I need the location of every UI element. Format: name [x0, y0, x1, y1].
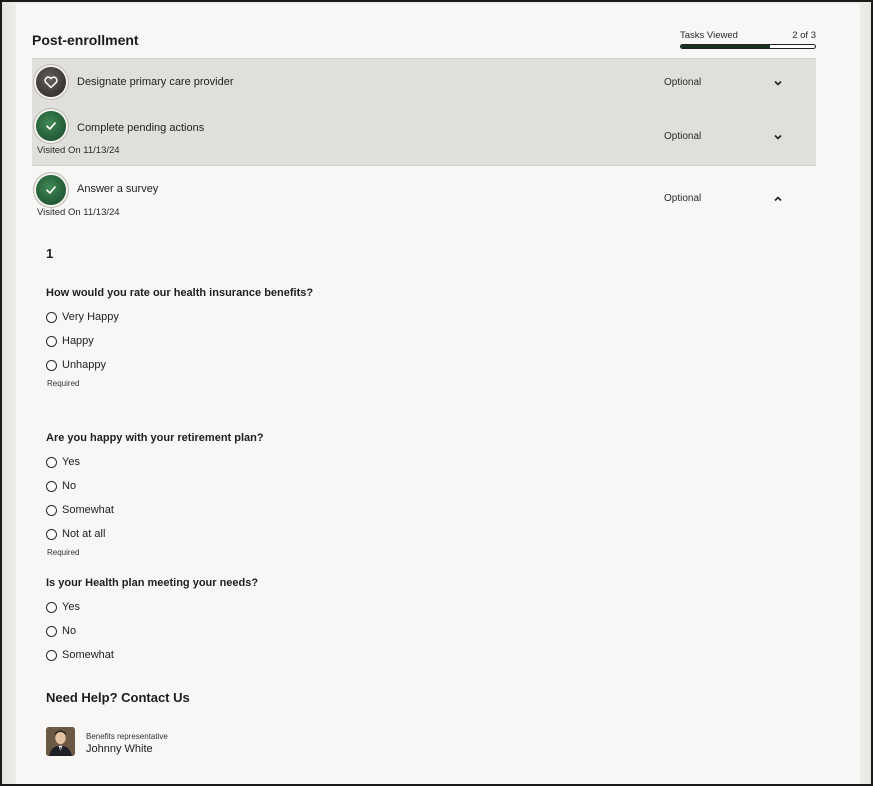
radio-option-label: No [62, 625, 77, 637]
radio-option-label: Somewhat [62, 649, 114, 661]
radio-option-label: Not at all [62, 528, 106, 540]
chevron-down-icon[interactable] [772, 77, 784, 89]
page-title: Post-enrollment [32, 32, 139, 48]
radio-option-label: Somewhat [62, 504, 114, 516]
task-row-pending-actions[interactable]: Complete pending actions Visited On 11/1… [32, 105, 816, 165]
heart-icon [36, 67, 66, 97]
radio-option-label: Unhappy [62, 359, 107, 371]
radio-option[interactable]: Not at all [46, 527, 105, 541]
progress-bar [680, 44, 816, 49]
task-row-answer-survey[interactable]: Answer a survey Visited On 11/13/24 Opti… [32, 166, 816, 226]
question-title: Are you happy with your retirement plan? [46, 432, 264, 444]
question-title: How would you rate our health insurance … [46, 287, 314, 299]
window-frame: Post-enrollment Tasks Viewed 2 of 3 Desi… [0, 0, 873, 786]
required-hint: Required [47, 548, 80, 557]
radio-option-label: No [62, 480, 77, 492]
radio-option[interactable]: Somewhat [46, 503, 114, 517]
radio-button[interactable] [46, 480, 57, 492]
progress-bar-fill [681, 45, 771, 48]
tasks-viewed-progress: Tasks Viewed 2 of 3 [680, 30, 816, 49]
radio-option-label: Happy [62, 335, 94, 347]
chevron-up-icon[interactable] [772, 193, 784, 205]
radio-button[interactable] [46, 504, 57, 516]
radio-button[interactable] [46, 456, 57, 468]
radio-option[interactable]: Very Happy [46, 310, 119, 324]
avatar[interactable] [46, 727, 75, 756]
radio-option[interactable]: Happy [46, 334, 94, 348]
radio-option[interactable]: No [46, 479, 76, 493]
radio-option[interactable]: Somewhat [46, 648, 114, 662]
task-status: Optional [664, 131, 702, 142]
task-label: Designate primary care provider [77, 76, 234, 88]
required-hint: Required [47, 379, 80, 388]
chevron-down-icon[interactable] [772, 131, 784, 143]
visited-date: Visited On 11/13/24 [37, 207, 120, 218]
radio-option[interactable]: Unhappy [46, 358, 106, 372]
help-title: Need Help? Contact Us [46, 690, 190, 705]
section-header: Post-enrollment Tasks Viewed 2 of 3 [32, 30, 816, 54]
task-label: Answer a survey [77, 183, 159, 195]
task-group-collapsed: Designate primary care provider Optional… [32, 58, 816, 166]
tasks-viewed-count: 2 of 3 [792, 30, 816, 41]
radio-option-label: Yes [62, 601, 80, 613]
radio-button[interactable] [46, 528, 57, 540]
task-status: Optional [664, 77, 702, 88]
radio-option[interactable]: No [46, 624, 76, 638]
radio-option-label: Very Happy [62, 311, 119, 323]
representative-role: Benefits representative [86, 732, 168, 741]
radio-option-label: Yes [62, 456, 80, 468]
question-title: Is your Health plan meeting your needs? [46, 577, 259, 589]
radio-button[interactable] [46, 335, 57, 347]
radio-option[interactable]: Yes [46, 455, 80, 469]
task-row-designate-pcp[interactable]: Designate primary care provider Optional [32, 59, 816, 105]
representative-name: Johnny White [86, 743, 153, 755]
tasks-viewed-label: Tasks Viewed [680, 30, 738, 41]
radio-option[interactable]: Yes [46, 600, 80, 614]
task-label: Complete pending actions [77, 122, 205, 134]
task-status: Optional [664, 193, 702, 204]
radio-button[interactable] [46, 649, 57, 661]
task-list: Designate primary care provider Optional… [32, 58, 816, 226]
visited-date: Visited On 11/13/24 [37, 145, 120, 156]
radio-button[interactable] [46, 311, 57, 323]
radio-button[interactable] [46, 359, 57, 371]
check-icon [36, 111, 66, 141]
survey-page-number: 1 [46, 246, 54, 261]
radio-button[interactable] [46, 625, 57, 637]
radio-button[interactable] [46, 601, 57, 613]
check-icon [36, 175, 66, 205]
